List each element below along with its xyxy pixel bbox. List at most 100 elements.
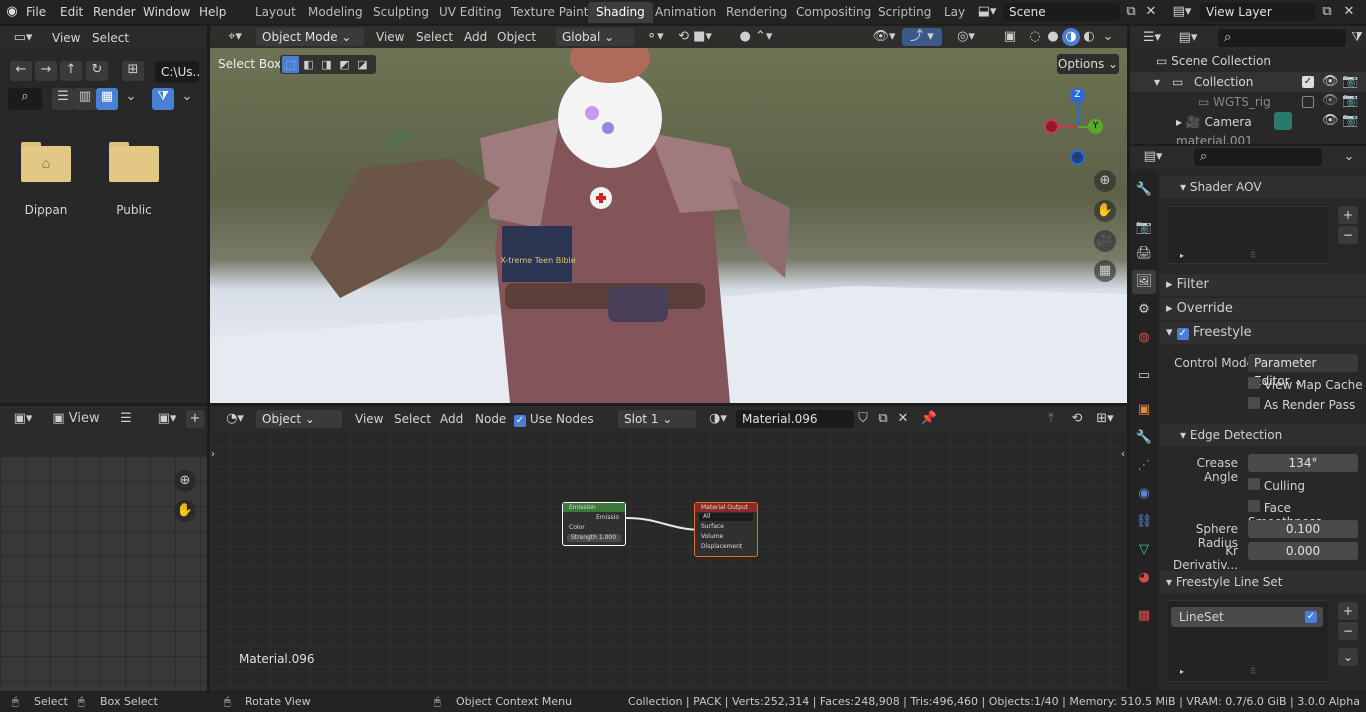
scene-tab-icon[interactable]: ⚙ xyxy=(1132,298,1156,322)
sphere-radius-field[interactable]: 0.100 xyxy=(1248,520,1358,538)
camera-view-icon[interactable]: 🎥 xyxy=(1094,230,1116,252)
camera-data-icon[interactable] xyxy=(1274,112,1292,130)
navigation-gizmo[interactable]: Z Y xyxy=(1040,82,1120,172)
tab-layout[interactable]: Layout xyxy=(247,2,304,23)
camera-render-icon[interactable]: 📷 xyxy=(1342,112,1358,130)
properties-options-chevron-icon[interactable]: ⌄ xyxy=(1340,148,1358,166)
filter-chevron-icon[interactable]: ⌄ xyxy=(176,88,198,110)
wireframe-shading-icon[interactable]: ◌ xyxy=(1026,28,1044,46)
tab-animation[interactable]: Animation xyxy=(647,2,724,23)
forward-arrow-icon[interactable]: → xyxy=(35,61,57,81)
use-nodes-toggle[interactable]: ✓ Use Nodes xyxy=(514,412,594,427)
view-layer-tab-icon[interactable]: 🖼 xyxy=(1132,270,1156,294)
emission-strength-field[interactable]: Strength 1.000 xyxy=(567,534,621,542)
slot-dropdown[interactable]: Slot 1 ⌄ xyxy=(618,410,696,428)
shader-type-dropdown[interactable]: Object ⌄ xyxy=(256,410,342,428)
world-tab-icon[interactable]: ◍ xyxy=(1132,326,1156,350)
menu-help[interactable]: Help xyxy=(199,0,226,24)
tab-compositing[interactable]: Compositing xyxy=(788,2,879,23)
pin-icon[interactable]: 📌 xyxy=(920,410,938,428)
control-mode-dropdown[interactable]: Parameter Editor ⌄ xyxy=(1248,354,1358,388)
scene-name-field[interactable]: Scene xyxy=(1003,3,1120,21)
material-tab-icon[interactable]: ◕ xyxy=(1132,566,1156,590)
perspective-grid-icon[interactable]: ▦ xyxy=(1094,260,1116,282)
file-search-icon[interactable]: ⌕ xyxy=(8,88,42,110)
material-shading-icon[interactable]: ◑ xyxy=(1062,28,1080,46)
viewport-menu-add[interactable]: Add xyxy=(464,30,487,44)
tab-rendering[interactable]: Rendering xyxy=(718,2,795,23)
node-editor-type-icon[interactable]: ◔▾ xyxy=(220,410,250,428)
fake-user-shield-icon[interactable]: ⛉ xyxy=(854,410,872,428)
zoom-icon[interactable]: ⊕ xyxy=(1094,170,1116,192)
view-map-cache-toggle[interactable]: View Map Cache xyxy=(1248,377,1363,392)
transform-orientation-dropdown[interactable]: Global ⌄ xyxy=(556,28,634,46)
use-nodes-checkbox[interactable]: ✓ xyxy=(514,415,526,427)
outliner-row-material[interactable]: material.001 xyxy=(1176,134,1253,144)
horizontal-list-icon[interactable]: ▥ xyxy=(74,88,96,110)
node-menu-view[interactable]: View xyxy=(355,412,383,426)
new-view-layer-icon[interactable]: ⧉ xyxy=(1318,3,1336,21)
menu-render[interactable]: Render xyxy=(93,0,136,24)
path-field[interactable]: C:\Us... xyxy=(155,61,199,83)
data-tab-icon[interactable]: ▽ xyxy=(1132,538,1156,562)
viewport-menu-view[interactable]: View xyxy=(376,30,404,44)
neg-z-axis-icon[interactable] xyxy=(1070,150,1085,165)
node-menu-select[interactable]: Select xyxy=(394,412,431,426)
physics-tab-icon[interactable]: ◉ xyxy=(1132,482,1156,506)
vertical-list-icon[interactable]: ☰ xyxy=(52,88,74,110)
tab-modeling[interactable]: Modeling xyxy=(300,2,371,23)
collection-expand-icon[interactable]: ▾ xyxy=(1154,75,1160,89)
visibility-icon[interactable]: 👁▾ xyxy=(872,28,896,46)
neg-x-axis-icon[interactable] xyxy=(1044,119,1059,134)
parent-node-tree-icon[interactable]: ⤒ xyxy=(1042,410,1060,428)
new-image-icon[interactable]: + xyxy=(186,410,204,428)
tab-uv-editing[interactable]: UV Editing xyxy=(431,2,510,23)
freestyle-panel-header[interactable]: ▾ ✓ Freestyle xyxy=(1160,322,1366,344)
outliner-scene-collection[interactable]: ▭ Scene Collection xyxy=(1156,54,1271,68)
overlay-icon[interactable]: ◎▾ xyxy=(954,28,978,46)
xray-icon[interactable]: ▣ xyxy=(1000,28,1020,46)
image-zoom-icon[interactable]: ⊕ xyxy=(174,470,196,492)
collection-exclude-checkbox[interactable]: ✓ xyxy=(1302,76,1314,88)
tool-settings-tab-icon[interactable]: 🔧 xyxy=(1132,178,1156,202)
outliner-row-collection[interactable]: ▾ ▭ Collection ✓ 👁 📷 xyxy=(1130,72,1366,92)
node-snap-mode-icon[interactable]: ⊞▾ xyxy=(1090,410,1120,428)
view-layer-browse-icon[interactable]: ▤▾ xyxy=(1168,3,1196,21)
file-menu-select[interactable]: Select xyxy=(92,31,129,45)
filter-icon[interactable]: ⧩ xyxy=(152,88,174,110)
image-editor-type-icon[interactable]: ▣▾ xyxy=(8,410,38,428)
wgts-visibility-eye-icon[interactable]: 👁 xyxy=(1322,92,1339,110)
tab-scripting[interactable]: Scripting xyxy=(870,2,939,23)
override-panel-header[interactable]: ▸ Override xyxy=(1160,298,1366,320)
outliner-editor-type-icon[interactable]: ☰▾ xyxy=(1138,29,1166,47)
lineset-list[interactable]: LineSet ✓ ▸ ⠿ xyxy=(1166,600,1330,682)
wgts-render-camera-icon[interactable]: 📷 xyxy=(1342,92,1358,110)
new-scene-icon[interactable]: ⧉ xyxy=(1122,3,1140,21)
output-target-dropdown[interactable]: All xyxy=(699,513,753,521)
viewport-editor-type-icon[interactable]: ⌖▾ xyxy=(220,28,250,46)
snap-icon[interactable]: ⟲ ■▾ xyxy=(676,28,714,46)
viewport-3d[interactable]: ⌖▾ Object Mode ⌄ View Select Add Object … xyxy=(210,26,1127,403)
view-map-cache-checkbox[interactable] xyxy=(1248,377,1260,389)
view-layer-field[interactable]: View Layer xyxy=(1200,3,1315,21)
sidebar-expand-arrow-icon[interactable]: ‹ xyxy=(1118,446,1128,464)
aov-list[interactable]: ▸ ⠿ xyxy=(1166,206,1330,264)
tab-layout-overflow[interactable]: Lay xyxy=(936,2,966,23)
object-mode-dropdown[interactable]: Object Mode ⌄ xyxy=(256,28,364,46)
as-render-pass-checkbox[interactable] xyxy=(1248,397,1260,409)
rendered-shading-icon[interactable]: ◐ xyxy=(1080,28,1098,46)
material-name-field[interactable]: Material.096 xyxy=(736,410,854,428)
y-axis-icon[interactable]: Y xyxy=(1088,119,1103,134)
new-folder-icon[interactable]: ⊞ xyxy=(122,61,144,81)
wgts-exclude-checkbox[interactable] xyxy=(1302,96,1314,108)
delete-view-layer-icon[interactable]: ✕ xyxy=(1340,3,1358,21)
freestyle-checkbox[interactable]: ✓ xyxy=(1176,328,1189,340)
unlink-material-icon[interactable]: ✕ xyxy=(894,410,912,428)
display-settings-chevron-icon[interactable]: ⌄ xyxy=(120,88,142,110)
menu-window[interactable]: Window xyxy=(143,0,190,24)
editor-type-icon[interactable]: ▭▾ xyxy=(8,29,38,47)
object-tab-icon[interactable]: ▣ xyxy=(1132,398,1156,422)
aov-list-expand-icon[interactable]: ▸ xyxy=(1177,247,1187,265)
outliner-search-field[interactable]: ⌕ xyxy=(1218,29,1346,47)
parent-dir-icon[interactable]: ↑ xyxy=(60,61,82,81)
